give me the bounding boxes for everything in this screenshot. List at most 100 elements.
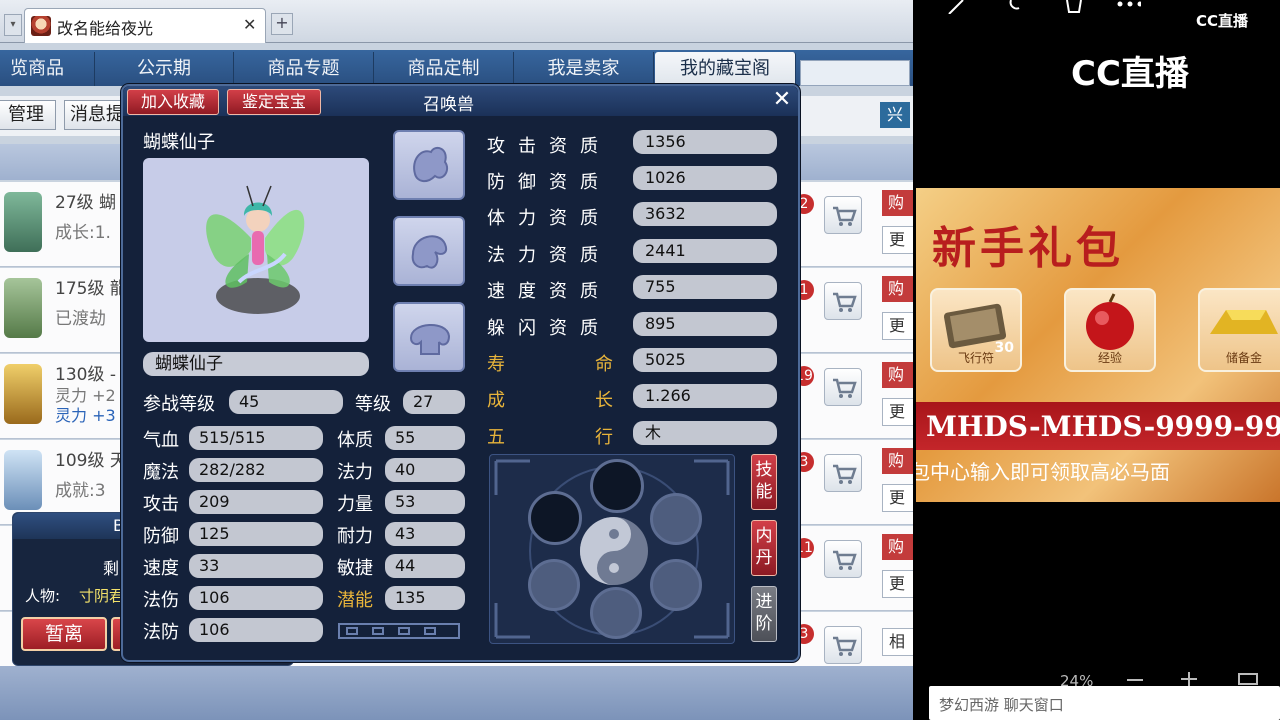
aptitude-label-defense: 防御资质 bbox=[487, 172, 611, 193]
cart-icon[interactable] bbox=[824, 196, 862, 234]
gift-item: 经验 bbox=[1064, 288, 1156, 372]
game-browser-window: ▾ 改名能给夜光 ✕ + 览商品 公示期 商品专题 商品定制 我是卖家 我的藏宝… bbox=[0, 0, 913, 720]
decorative-fret-border bbox=[338, 623, 460, 639]
battle-level-value: 45 bbox=[229, 390, 343, 414]
buy-button[interactable]: 购 bbox=[882, 534, 913, 560]
element-label-char1: 五 bbox=[487, 427, 505, 448]
aptitude-label-magic: 法力资质 bbox=[487, 245, 611, 266]
pet-name-field: 蝴蝶仙子 bbox=[143, 352, 369, 376]
toolbar-right-button[interactable]: 兴 bbox=[880, 102, 910, 128]
item-avatar-icon bbox=[4, 278, 42, 338]
skills-tab-button[interactable]: 技能 bbox=[751, 454, 777, 510]
cart-icon[interactable] bbox=[824, 540, 862, 578]
aptitude-value-stamina: 3632 bbox=[633, 202, 777, 226]
skill-slot-5[interactable] bbox=[650, 559, 702, 611]
tab-dropdown-icon[interactable]: ▾ bbox=[4, 14, 22, 36]
fullscreen-icon[interactable] bbox=[1237, 672, 1259, 686]
appraise-pet-button[interactable]: 鉴定宝宝 bbox=[227, 89, 321, 115]
buy-button[interactable]: 购 bbox=[882, 276, 913, 302]
add-favorite-button[interactable]: 加入收藏 bbox=[127, 89, 219, 115]
gift-item: 飞行符 30 bbox=[930, 288, 1022, 372]
remaining-label: 剩 bbox=[103, 559, 120, 578]
more-button[interactable]: 更 bbox=[882, 570, 913, 598]
tab-title: 改名能给夜光 bbox=[57, 19, 154, 38]
trash-icon[interactable] bbox=[1061, 0, 1087, 14]
apple-icon bbox=[1086, 293, 1134, 350]
cc-live-logo: CC直播 bbox=[1071, 54, 1189, 94]
more-button[interactable]: 更 bbox=[882, 484, 913, 512]
gift-count: 30 bbox=[994, 340, 1014, 356]
cart-icon[interactable] bbox=[824, 282, 862, 320]
cart-icon[interactable] bbox=[824, 454, 862, 492]
advance-tab-button[interactable]: 进阶 bbox=[751, 586, 777, 642]
stat-value-mp: 282/282 bbox=[189, 458, 323, 482]
nav-tab-my-treasure[interactable]: 我的藏宝阁 bbox=[655, 52, 796, 86]
inner-core-tab-button[interactable]: 内丹 bbox=[751, 520, 777, 576]
nav-tab-topics[interactable]: 商品专题 bbox=[234, 52, 374, 86]
equip-slot-armor[interactable] bbox=[393, 216, 465, 286]
collar-icon bbox=[413, 146, 449, 182]
character-name: 寸阴君 bbox=[79, 587, 125, 605]
buy-button[interactable]: 购 bbox=[882, 190, 913, 216]
lifespan-value: 5025 bbox=[633, 348, 777, 372]
skill-slot-4[interactable] bbox=[528, 559, 580, 611]
zoom-out-icon[interactable] bbox=[1125, 676, 1145, 684]
item-subtitle: 已渡劫 bbox=[55, 309, 106, 329]
tab-favicon-icon bbox=[31, 16, 51, 36]
browser-tab[interactable]: 改名能给夜光 ✕ bbox=[24, 8, 266, 43]
stat-value-strength: 53 bbox=[385, 490, 465, 514]
stat-label-hp: 气血 bbox=[143, 430, 179, 451]
more-button[interactable]: 更 bbox=[882, 398, 913, 426]
close-icon[interactable]: ✕ bbox=[771, 88, 793, 112]
new-tab-button[interactable]: + bbox=[271, 13, 293, 35]
link-icon[interactable] bbox=[1005, 0, 1031, 14]
nav-tab-browse[interactable]: 览商品 bbox=[0, 52, 95, 86]
accessory-icon bbox=[409, 323, 451, 355]
stat-value-agility: 44 bbox=[385, 554, 465, 578]
pause-button[interactable]: 暂离 bbox=[21, 617, 107, 651]
growth-label-char1: 成 bbox=[487, 390, 505, 411]
browser-tabstrip: ▾ 改名能给夜光 ✕ + bbox=[0, 0, 913, 43]
edit-icon[interactable] bbox=[947, 0, 973, 14]
skill-slot-3[interactable] bbox=[650, 493, 702, 545]
stat-label-defense: 防御 bbox=[143, 526, 179, 547]
nav-tab-seller[interactable]: 我是卖家 bbox=[514, 52, 654, 86]
chat-input[interactable]: 梦幻西游 聊天窗口 bbox=[929, 686, 1280, 720]
nav-tab-custom[interactable]: 商品定制 bbox=[374, 52, 514, 86]
stat-label-magic-defense: 法防 bbox=[143, 622, 179, 643]
aptitude-value-dodge: 895 bbox=[633, 312, 777, 336]
newbie-gift-banner[interactable]: 新手礼包 飞行符 30 经验 储备金 MHDS-MHDS-9999-9999 包… bbox=[916, 188, 1280, 502]
aptitude-label-dodge: 躲闪资质 bbox=[487, 318, 611, 339]
dialog-title: 召唤兽 bbox=[423, 95, 474, 115]
skill-slot-2[interactable] bbox=[528, 491, 582, 545]
more-icon[interactable] bbox=[1115, 0, 1141, 14]
buy-button[interactable]: 购 bbox=[882, 448, 913, 474]
more-button[interactable]: 更 bbox=[882, 226, 913, 254]
equip-slot-collar[interactable] bbox=[393, 130, 465, 200]
stat-label-agility: 敏捷 bbox=[337, 558, 373, 579]
tab-close-icon[interactable]: ✕ bbox=[243, 15, 256, 34]
aptitude-value-speed: 755 bbox=[633, 275, 777, 299]
more-button[interactable]: 更 bbox=[882, 312, 913, 340]
skill-slot-1[interactable] bbox=[590, 459, 644, 513]
skill-wheel-panel bbox=[489, 454, 735, 644]
nav-search-input[interactable] bbox=[800, 60, 910, 86]
cart-icon[interactable] bbox=[824, 626, 862, 664]
skill-slot-6[interactable] bbox=[590, 587, 642, 639]
stat-label-strength: 力量 bbox=[337, 494, 373, 515]
equip-slot-accessory[interactable] bbox=[393, 302, 465, 372]
manage-button[interactable]: 管理 bbox=[0, 100, 56, 130]
stat-value-magic-defense: 106 bbox=[189, 618, 323, 642]
zoom-in-icon[interactable] bbox=[1179, 672, 1199, 686]
nav-tab-public[interactable]: 公示期 bbox=[95, 52, 234, 86]
stream-sidebar: CC直播 CC直播 新手礼包 飞行符 30 经验 储备金 MHDS-MHDS-9… bbox=[913, 0, 1280, 720]
item-subtitle: 成就:3 bbox=[55, 481, 106, 501]
dialog-titlebar: 加入收藏 鉴定宝宝 召唤兽 ✕ bbox=[123, 86, 798, 116]
item-title: 27级 蝴 bbox=[55, 193, 117, 213]
more-button[interactable]: 相 bbox=[882, 628, 913, 656]
stat-label-attack: 攻击 bbox=[143, 494, 179, 515]
buy-button[interactable]: 购 bbox=[882, 362, 913, 388]
aptitude-value-defense: 1026 bbox=[633, 166, 777, 190]
cart-icon[interactable] bbox=[824, 368, 862, 406]
item-avatar-icon bbox=[4, 450, 42, 510]
